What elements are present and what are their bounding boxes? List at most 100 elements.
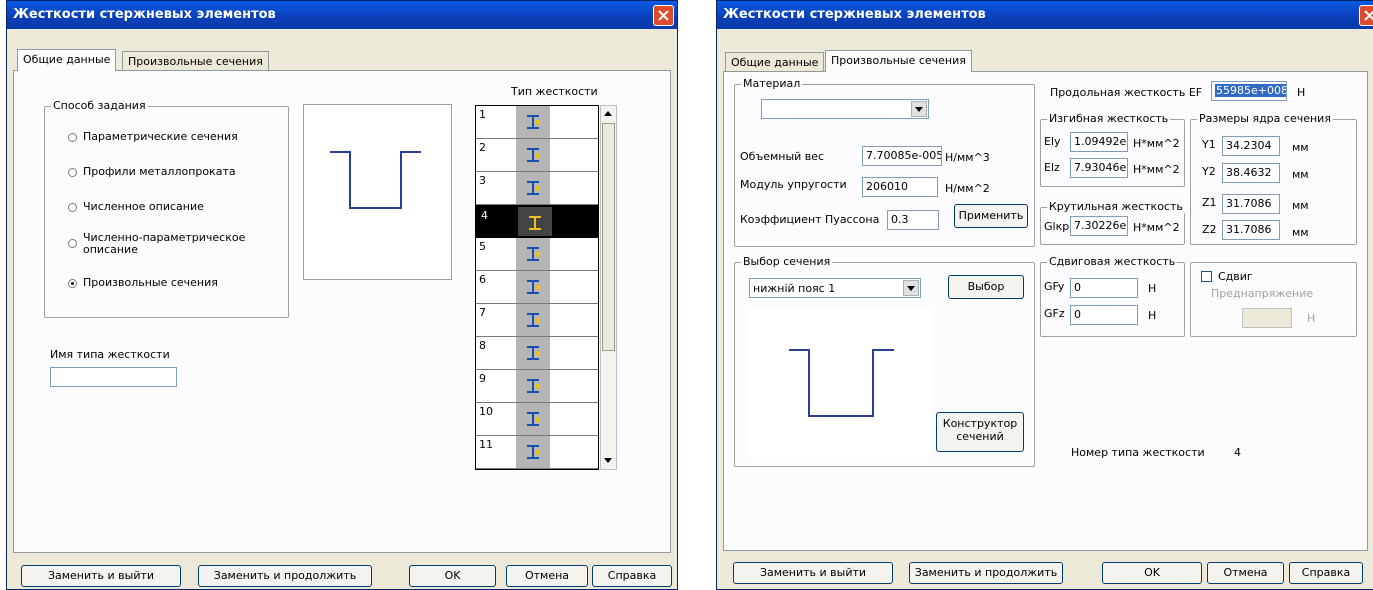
list-item[interactable]: 6 <box>476 271 598 304</box>
unit-label: Н <box>1148 282 1157 295</box>
volume-weight-label: Объемный вес <box>740 150 825 163</box>
core-group-label: Размеры ядра сечения <box>1197 112 1333 125</box>
tab-arbitrary-sections[interactable]: Произвольные сечения <box>825 50 972 72</box>
elz-input[interactable]: 7.93046e <box>1070 158 1128 178</box>
unit-label: Н*мм^2 <box>1133 221 1180 234</box>
apply-button[interactable]: Применить <box>954 204 1028 228</box>
channel-section-preview <box>789 349 894 417</box>
method-group-label: Способ задания <box>51 99 148 112</box>
unit-label: Н/мм^2 <box>945 182 990 195</box>
gfz-input[interactable]: 0 <box>1070 305 1138 325</box>
i-beam-icon <box>527 115 540 129</box>
list-item-selected[interactable]: 4 <box>476 205 598 238</box>
list-item[interactable]: 7 <box>476 304 598 337</box>
option-label: Профили металлопроката <box>83 165 236 178</box>
i-beam-icon <box>527 313 540 327</box>
i-beam-icon <box>527 412 540 426</box>
dialog-window-general: Жесткости стержневых элементов Общие дан… <box>6 0 678 590</box>
title-bar[interactable]: Жесткости стержневых элементов <box>717 1 1373 29</box>
ely-input[interactable]: 1.09492e <box>1070 132 1128 152</box>
chevron-down-icon <box>903 280 919 296</box>
type-number-label: Номер типа жесткости <box>1071 446 1205 459</box>
i-beam-icon <box>527 379 540 393</box>
scroll-thumb[interactable] <box>602 123 615 351</box>
replace-exit-button[interactable]: Заменить и выйти <box>21 565 181 587</box>
z2-label: Z2 <box>1202 223 1217 236</box>
i-beam-icon <box>529 216 541 230</box>
scroll-down-button[interactable] <box>602 454 615 468</box>
section-group-label: Выбор сечения <box>741 255 833 268</box>
ef-input[interactable]: 55985e+008 <box>1211 81 1287 101</box>
z2-input[interactable]: 31.7086 <box>1222 220 1280 240</box>
ok-button[interactable]: OK <box>409 565 496 587</box>
unit-label: мм <box>1292 168 1309 181</box>
section-designer-button[interactable]: Конструктор сечений <box>936 412 1024 452</box>
close-button[interactable] <box>653 5 674 26</box>
z1-input[interactable]: 31.7086 <box>1222 194 1280 214</box>
close-icon <box>658 10 669 21</box>
prestress-label: Преднапряжение <box>1211 287 1314 300</box>
title-bar[interactable]: Жесткости стержневых элементов <box>7 1 677 29</box>
option-label: описание <box>83 243 138 256</box>
scroll-up-button[interactable] <box>602 107 615 121</box>
volume-weight-input[interactable]: 7.70085e-005 <box>862 146 942 166</box>
list-item[interactable]: 9 <box>476 370 598 403</box>
material-select[interactable] <box>761 99 929 119</box>
unit-label: Н*мм^2 <box>1133 163 1180 176</box>
unit-label: Н*мм^2 <box>1133 137 1180 150</box>
help-button[interactable]: Справка <box>1289 562 1363 584</box>
stiffness-type-list[interactable]: 1 2 3 4 5 6 7 8 9 10 11 <box>475 105 599 470</box>
list-item[interactable]: 1 <box>476 106 598 139</box>
name-input[interactable] <box>50 367 177 387</box>
cancel-button[interactable]: Отмена <box>1207 562 1284 584</box>
list-item[interactable]: 5 <box>476 238 598 271</box>
radio-steel-profiles[interactable] <box>68 168 77 177</box>
ok-button[interactable]: OK <box>1102 562 1202 584</box>
poisson-input[interactable]: 0.3 <box>887 210 939 230</box>
bending-group-label: Изгибная жесткость <box>1047 112 1171 125</box>
tab-arbitrary-sections[interactable]: Произвольные сечения <box>122 51 269 71</box>
i-beam-icon <box>527 445 540 459</box>
ef-label: Продольная жесткость EF <box>1050 86 1203 99</box>
choose-button[interactable]: Выбор <box>948 275 1024 299</box>
i-beam-icon <box>527 247 540 261</box>
section-select[interactable]: нижній пояс 1 <box>749 278 921 298</box>
help-button[interactable]: Справка <box>592 565 672 587</box>
tab-general[interactable]: Общие данные <box>725 52 825 72</box>
radio-numeric[interactable] <box>68 203 77 212</box>
z1-label: Z1 <box>1202 196 1217 209</box>
modulus-input[interactable]: 206010 <box>862 177 938 197</box>
close-icon <box>1364 10 1373 21</box>
replace-continue-button[interactable]: Заменить и продолжить <box>909 562 1063 584</box>
i-beam-icon <box>527 346 540 360</box>
shift-label: Сдвиг <box>1218 270 1253 283</box>
gfz-label: GFz <box>1044 307 1065 320</box>
list-item[interactable]: 2 <box>476 139 598 172</box>
list-item[interactable]: 10 <box>476 403 598 436</box>
radio-parametric[interactable] <box>68 133 77 142</box>
list-item[interactable]: 11 <box>476 436 598 469</box>
y2-input[interactable]: 38.4632 <box>1222 163 1280 183</box>
y2-label: Y2 <box>1202 165 1216 178</box>
close-button[interactable] <box>1359 5 1373 26</box>
y1-input[interactable]: 34.2304 <box>1222 136 1280 156</box>
shear-group: Сдвиговая жесткость <box>1040 255 1185 337</box>
list-item[interactable]: 3 <box>476 172 598 205</box>
shift-checkbox[interactable] <box>1201 271 1212 282</box>
torsion-input[interactable]: 7.30226e <box>1070 216 1128 236</box>
replace-exit-button[interactable]: Заменить и выйти <box>733 562 893 584</box>
poisson-label: Коэффициент Пуассона <box>740 213 880 226</box>
radio-arbitrary[interactable] <box>68 279 77 288</box>
unit-label: Н <box>1148 309 1157 322</box>
option-label: Произвольные сечения <box>83 276 218 289</box>
name-label: Имя типа жесткости <box>50 348 170 361</box>
tab-general[interactable]: Общие данные <box>17 49 117 71</box>
unit-label: Н/мм^3 <box>945 151 990 164</box>
list-item[interactable]: 8 <box>476 337 598 370</box>
cancel-button[interactable]: Отмена <box>506 565 588 587</box>
gfy-input[interactable]: 0 <box>1070 278 1138 298</box>
replace-continue-button[interactable]: Заменить и продолжить <box>198 565 372 587</box>
i-beam-icon <box>527 280 540 294</box>
radio-numeric-parametric[interactable] <box>68 239 77 248</box>
list-scrollbar[interactable] <box>600 105 617 470</box>
